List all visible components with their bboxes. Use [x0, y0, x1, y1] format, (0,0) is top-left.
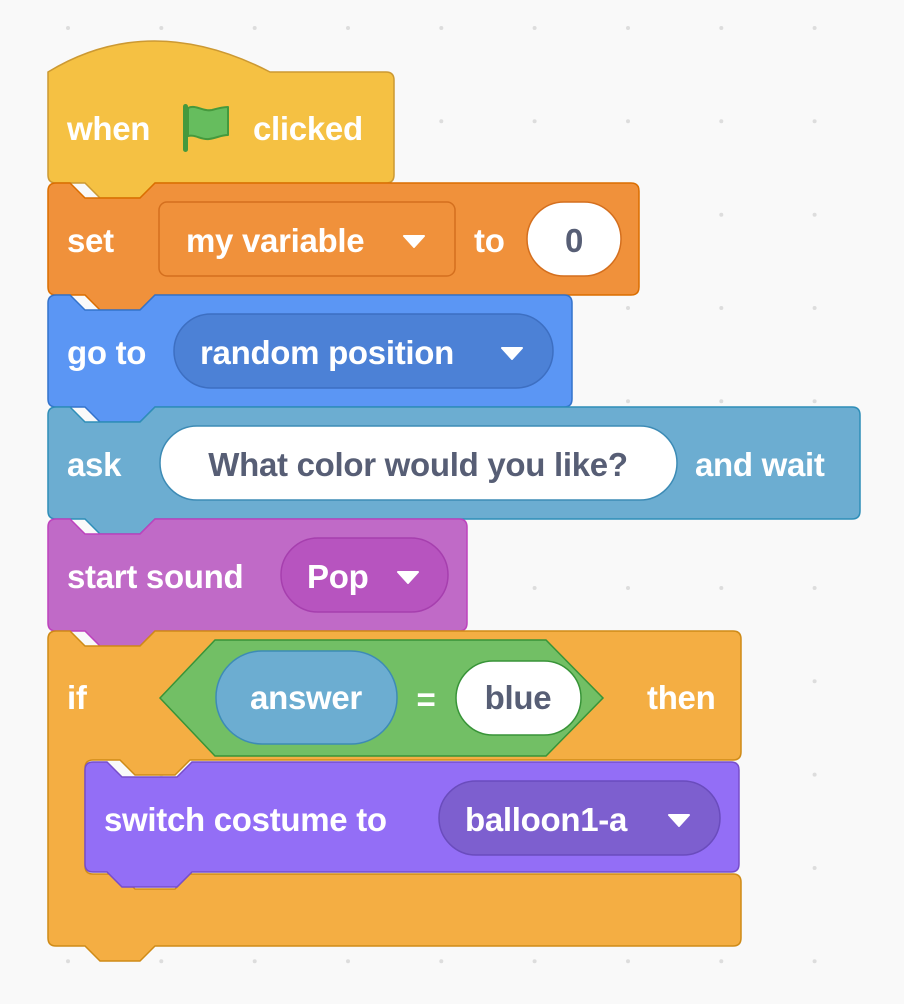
- to-label: to: [474, 222, 505, 259]
- variable-name: my variable: [186, 222, 365, 259]
- comparison-value-text: blue: [484, 679, 552, 716]
- start-sound-label: start sound: [67, 558, 244, 595]
- costume-name: balloon1-a: [465, 801, 628, 838]
- code-workspace[interactable]: when clicked set my variable to 0 go to …: [0, 0, 904, 1004]
- then-label: then: [647, 679, 716, 716]
- dropdown-arrow-icon: [397, 571, 419, 584]
- question-text: What color would you like?: [208, 446, 628, 483]
- dropdown-arrow-icon: [668, 814, 690, 827]
- if-label: if: [67, 679, 87, 716]
- block-script: [47, 40, 861, 962]
- ask-label: ask: [67, 446, 122, 483]
- set-label: set: [67, 222, 114, 259]
- switch-costume-label: switch costume to: [104, 801, 387, 838]
- green-flag-icon: [183, 104, 229, 152]
- sound-name: Pop: [307, 558, 369, 595]
- clicked-label: clicked: [253, 110, 363, 147]
- and-wait-label: and wait: [695, 446, 825, 483]
- equals-operator: =: [416, 681, 436, 718]
- answer-label: answer: [250, 679, 362, 716]
- when-label: when: [67, 110, 151, 147]
- go-to-target: random position: [200, 334, 454, 371]
- value-text: 0: [564, 222, 584, 259]
- dropdown-arrow-icon: [501, 347, 523, 360]
- go-to-label: go to: [67, 334, 147, 371]
- dropdown-arrow-icon: [403, 235, 425, 248]
